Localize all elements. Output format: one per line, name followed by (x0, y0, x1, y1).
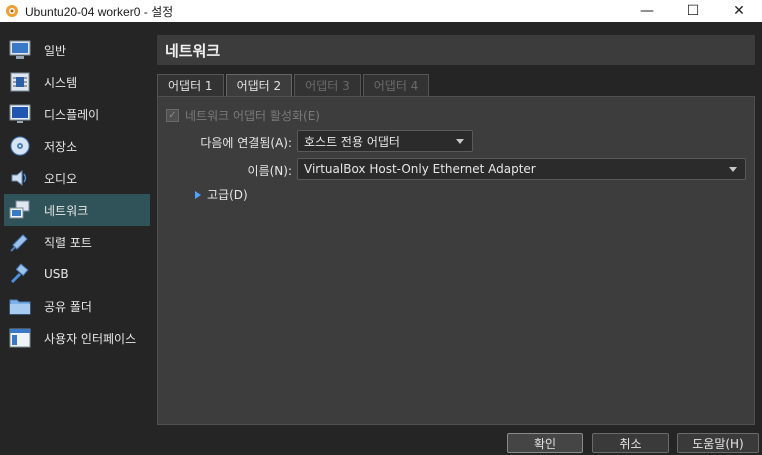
close-button[interactable]: ✕ (716, 0, 762, 22)
sidebar-item-serial-port[interactable]: 직렬 포트 (4, 226, 150, 258)
sidebar-item-audio[interactable]: 오디오 (4, 162, 150, 194)
cancel-button[interactable]: 취소 (592, 433, 669, 453)
general-icon (8, 38, 32, 62)
sidebar-item-label: 시스템 (44, 75, 78, 90)
serial-port-icon (8, 230, 32, 254)
title-bar: Ubuntu20-04 worker0 - 설정 — ☐ ✕ (0, 0, 762, 22)
minimize-button[interactable]: — (624, 0, 670, 22)
shared-folder-icon (8, 294, 32, 318)
tab-adapter-2[interactable]: 어댑터 2 (225, 74, 293, 96)
sidebar-item-label: 공유 폴더 (44, 299, 92, 314)
enable-adapter-row[interactable]: ✓ 네트워크 어댑터 활성화(E) (166, 107, 320, 124)
tab-adapter-4[interactable]: 어댑터 4 (362, 74, 430, 96)
attached-to-select[interactable]: 호스트 전용 어댑터 (297, 130, 473, 152)
sidebar-item-label: 네트워크 (44, 203, 89, 218)
sidebar-item-label: 직렬 포트 (44, 235, 92, 250)
sidebar-item-label: 저장소 (44, 139, 78, 154)
page-title: 네트워크 (157, 35, 755, 65)
advanced-toggle[interactable]: 고급(D) (195, 186, 248, 203)
tab-adapter-3[interactable]: 어댑터 3 (294, 74, 361, 96)
name-label: 이름(N): (247, 164, 292, 178)
sidebar-item-label: USB (44, 267, 69, 281)
sidebar-item-shared-folders[interactable]: 공유 폴더 (4, 290, 150, 322)
window-title: Ubuntu20-04 worker0 - 설정 (25, 4, 174, 19)
sidebar-item-user-interface[interactable]: 사용자 인터페이스 (4, 322, 150, 354)
tab-adapter-1[interactable]: 어댑터 1 (157, 74, 224, 96)
enable-adapter-checkbox[interactable]: ✓ (166, 109, 179, 122)
sidebar-item-usb[interactable]: USB (4, 258, 150, 290)
storage-icon (8, 134, 32, 158)
ok-button[interactable]: 확인 (507, 433, 583, 453)
adapter-tabs: 어댑터 1 어댑터 2 어댑터 3 어댑터 4 (157, 74, 431, 96)
sidebar-item-network[interactable]: 네트워크 (4, 194, 150, 226)
sidebar-item-label: 오디오 (44, 171, 78, 186)
chevron-down-icon (456, 139, 464, 144)
user-interface-icon (8, 326, 32, 350)
network-icon (8, 198, 32, 222)
display-icon (8, 102, 32, 126)
sidebar-item-general[interactable]: 일반 (4, 34, 150, 66)
name-select[interactable]: VirtualBox Host-Only Ethernet Adapter (297, 158, 746, 180)
virtualbox-app-icon (5, 4, 19, 18)
sidebar-item-system[interactable]: 시스템 (4, 66, 150, 98)
advanced-label: 고급(D) (207, 188, 248, 202)
sidebar-item-label: 일반 (44, 43, 67, 58)
sidebar-item-label: 디스플레이 (44, 107, 100, 122)
settings-sidebar: 일반 시스템 디스플레이 저장소 오디오 네트워크 직렬 포트 USB 공유 폴… (0, 32, 150, 425)
system-icon (8, 70, 32, 94)
sidebar-item-display[interactable]: 디스플레이 (4, 98, 150, 130)
chevron-down-icon (729, 167, 737, 172)
maximize-button[interactable]: ☐ (670, 0, 716, 22)
sidebar-item-label: 사용자 인터페이스 (44, 331, 137, 346)
usb-icon (8, 262, 32, 286)
audio-icon (8, 166, 32, 190)
attached-to-label: 다음에 연결됨(A): (200, 136, 292, 150)
expand-triangle-icon (195, 190, 201, 199)
name-value: VirtualBox Host-Only Ethernet Adapter (304, 162, 536, 176)
help-button[interactable]: 도움말(H) (677, 433, 759, 453)
sidebar-item-storage[interactable]: 저장소 (4, 130, 150, 162)
attached-to-value: 호스트 전용 어댑터 (304, 134, 400, 149)
enable-adapter-label: 네트워크 어댑터 활성화(E) (185, 109, 320, 123)
